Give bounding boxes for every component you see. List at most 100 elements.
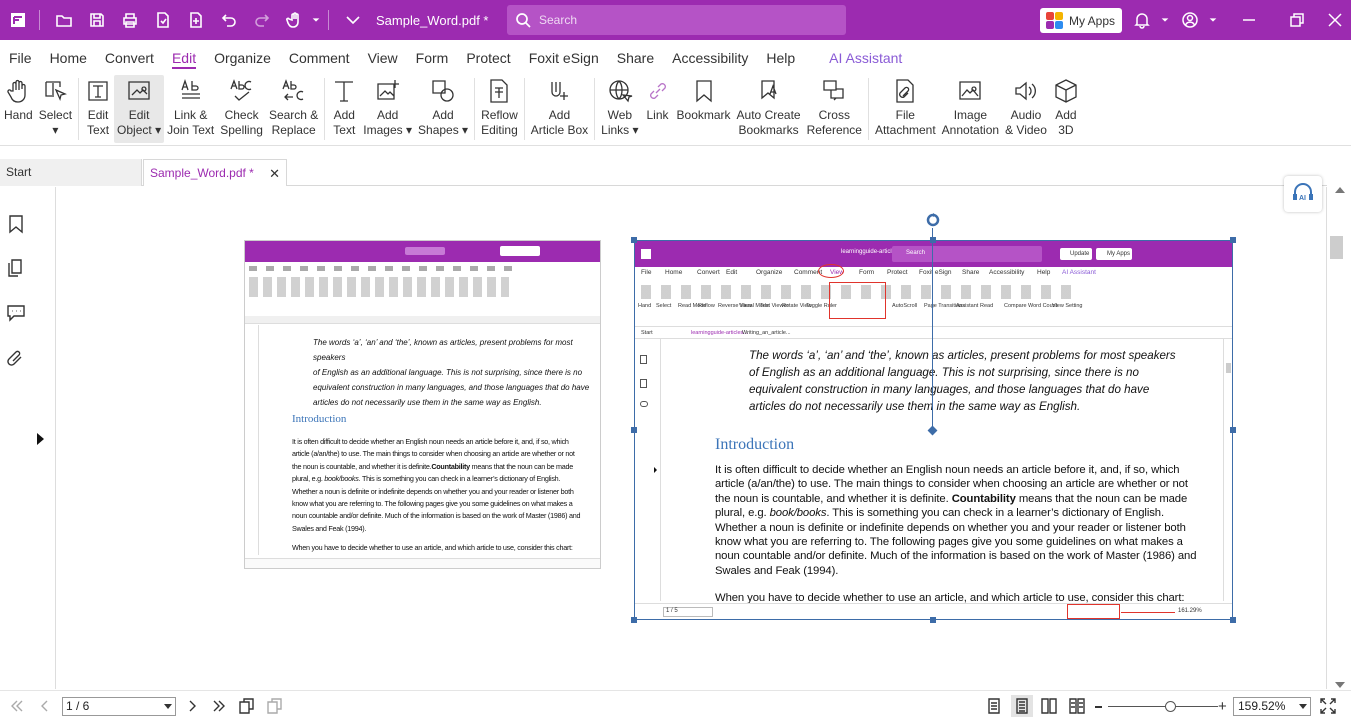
image-object-small[interactable]: The words ‘a’, ‘an’ and ‘the’, known as … [244, 240, 601, 569]
menu-edit[interactable]: Edit [163, 40, 205, 74]
menu-convert[interactable]: Convert [96, 40, 163, 74]
attachments-panel-icon[interactable] [6, 348, 26, 368]
file-attachment-button[interactable]: File Attachment [872, 75, 939, 143]
account-icon[interactable] [1181, 0, 1199, 40]
link-button[interactable]: Link [642, 75, 674, 143]
open-folder-icon[interactable] [49, 5, 79, 35]
resize-handle-bottom[interactable] [930, 617, 936, 623]
zoom-slider-thumb[interactable] [1165, 701, 1176, 712]
resize-handle-top-right[interactable] [1230, 237, 1236, 243]
facing-view-icon[interactable] [1040, 697, 1058, 720]
check-spelling-button[interactable]: Check Spelling [217, 75, 266, 143]
menu-home[interactable]: Home [41, 40, 96, 74]
full-screen-icon[interactable] [1319, 697, 1337, 720]
menu-share[interactable]: Share [608, 40, 663, 74]
menu-accessibility[interactable]: Accessibility [663, 40, 757, 74]
next-page-icon[interactable] [183, 697, 201, 720]
zoom-in-icon[interactable]: + [1218, 699, 1227, 714]
notification-bell-icon[interactable] [1133, 0, 1151, 40]
create-pdf-icon[interactable] [181, 5, 211, 35]
resize-handle-right[interactable] [1230, 427, 1236, 433]
my-apps-button[interactable]: My Apps [1040, 8, 1122, 33]
menu-view[interactable]: View [359, 40, 407, 74]
reflow-editing-button[interactable]: Reflow Editing [478, 75, 521, 143]
page-number-input[interactable]: 1 / 6 [62, 697, 176, 716]
continuous-facing-view-icon[interactable] [1068, 697, 1086, 720]
pages-panel-icon[interactable] [6, 258, 26, 278]
minimize-icon[interactable] [1240, 0, 1258, 40]
select-button[interactable]: Select ▾ [36, 75, 75, 143]
customize-dropdown-icon[interactable] [338, 5, 368, 35]
image-annotation-button[interactable]: Image Annotation [939, 75, 1002, 143]
undo-icon[interactable] [214, 5, 244, 35]
rotate-handle-icon[interactable] [925, 212, 941, 228]
redo-icon[interactable] [247, 5, 277, 35]
cross-reference-button[interactable]: Cross Reference [804, 75, 865, 143]
account-dropdown-icon[interactable] [1208, 0, 1218, 40]
restore-icon[interactable] [1288, 0, 1306, 40]
add-images-button[interactable]: Add Images ▾ [360, 75, 415, 143]
last-page-icon[interactable] [210, 697, 228, 720]
menu-foxit-esign[interactable]: Foxit eSign [520, 40, 608, 74]
ai-assistant-button[interactable]: AI [1284, 176, 1322, 212]
tab-sample-word[interactable]: Sample_Word.pdf * ✕ [143, 159, 287, 186]
search-box[interactable]: Search [507, 5, 846, 35]
menu-help[interactable]: Help [757, 40, 804, 74]
hand-tool-icon[interactable] [280, 5, 310, 35]
comments-panel-icon[interactable] [6, 302, 26, 322]
notification-dropdown-icon[interactable] [1160, 0, 1170, 40]
resize-handle-left[interactable] [631, 427, 637, 433]
scroll-up-icon[interactable] [1335, 187, 1345, 193]
link-join-text-button[interactable]: Link & Join Text [164, 75, 217, 143]
save-icon[interactable] [82, 5, 112, 35]
hand-button[interactable]: Hand [1, 75, 36, 143]
resize-handle-bottom-right[interactable] [1230, 617, 1236, 623]
first-page-icon[interactable] [8, 697, 26, 720]
search-replace-button[interactable]: Search & Replace [266, 75, 321, 143]
previous-page-icon[interactable] [36, 697, 54, 720]
resize-handle-top-left[interactable] [631, 237, 637, 243]
expand-panel-icon[interactable] [37, 433, 44, 445]
resize-handle-bottom-left[interactable] [631, 617, 637, 623]
scroll-down-icon[interactable] [1335, 682, 1345, 688]
previous-view-icon[interactable] [238, 697, 256, 720]
edit-object-button[interactable]: Edit Object ▾ [114, 75, 165, 143]
zoom-slider-track[interactable] [1108, 706, 1218, 707]
menu-organize[interactable]: Organize [205, 40, 280, 74]
hand-dropdown-icon[interactable] [310, 5, 322, 35]
tab-start[interactable]: Start [0, 159, 142, 186]
auto-create-bookmarks-button[interactable]: Auto Create Bookmarks [734, 75, 804, 143]
search-placeholder: Search [539, 13, 578, 27]
add-text-button[interactable]: Add Text [328, 75, 360, 143]
audio-video-button[interactable]: Audio & Video [1002, 75, 1050, 143]
bookmarks-panel-icon[interactable] [6, 214, 26, 234]
close-tab-icon[interactable]: ✕ [269, 160, 280, 187]
menu-file[interactable]: File [0, 40, 41, 74]
next-view-icon[interactable] [266, 697, 284, 720]
page-dropdown-icon[interactable] [164, 704, 172, 709]
add-3d-button[interactable]: Add 3D [1050, 75, 1082, 143]
bookmark-button[interactable]: Bookmark [674, 75, 734, 143]
print-icon[interactable] [115, 5, 145, 35]
scroll-thumb[interactable] [1330, 236, 1343, 259]
zoom-out-icon[interactable] [1095, 706, 1102, 708]
web-links-button[interactable]: Web Links ▾ [598, 75, 641, 143]
continuous-view-icon[interactable] [1011, 695, 1033, 717]
vertical-scrollbar[interactable] [1327, 159, 1351, 690]
menu-comment[interactable]: Comment [280, 40, 359, 74]
zoom-dropdown-icon[interactable] [1299, 704, 1307, 709]
separator [39, 10, 40, 30]
foxit-logo-icon[interactable] [3, 5, 33, 35]
resize-handle-top[interactable] [930, 237, 936, 243]
menu-ai-assistant[interactable]: AI Assistant [820, 40, 911, 74]
zoom-level-input[interactable]: 159.52% [1233, 697, 1311, 716]
menu-protect[interactable]: Protect [457, 40, 519, 74]
edit-text-button[interactable]: Edit Text [82, 75, 114, 143]
new-document-icon[interactable] [148, 5, 178, 35]
embedded-small-search [405, 247, 445, 255]
menu-form[interactable]: Form [407, 40, 458, 74]
add-shapes-button[interactable]: Add Shapes ▾ [415, 75, 471, 143]
close-window-icon[interactable] [1326, 0, 1344, 40]
single-page-view-icon[interactable] [985, 697, 1003, 720]
add-article-box-button[interactable]: Add Article Box [528, 75, 591, 143]
